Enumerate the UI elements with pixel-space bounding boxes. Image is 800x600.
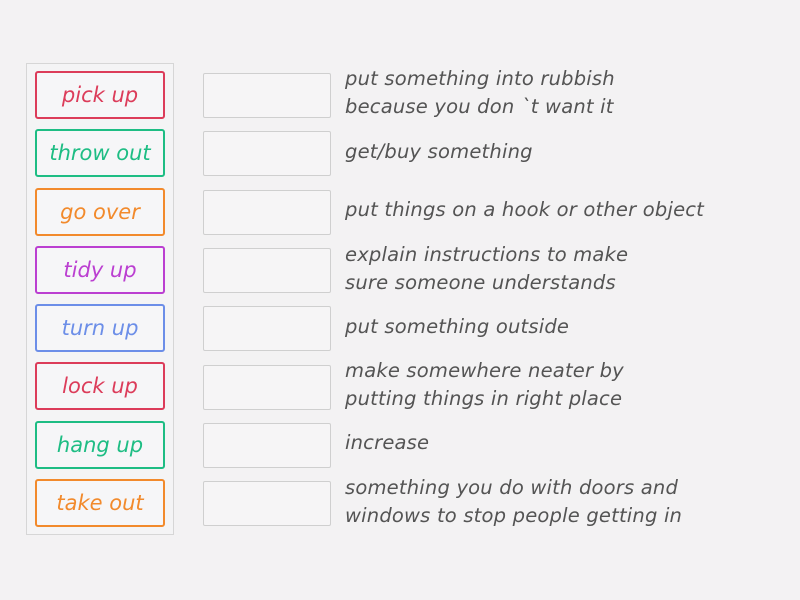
definition-7: increase bbox=[345, 431, 430, 454]
word-card-hang-up[interactable]: hang up bbox=[35, 421, 165, 469]
definition-4: explain instructions to make sure someon… bbox=[345, 243, 629, 294]
word-card-go-over[interactable]: go over bbox=[35, 188, 165, 236]
drop-slot-8[interactable] bbox=[203, 481, 331, 526]
drop-slot-2[interactable] bbox=[203, 131, 331, 176]
definition-2: get/buy something bbox=[345, 140, 533, 163]
definition-5: put something outside bbox=[345, 315, 570, 338]
definition-6: make somewhere neater by putting things … bbox=[345, 359, 624, 410]
word-card-take-out[interactable]: take out bbox=[35, 479, 165, 527]
definition-1: put something into rubbish because you d… bbox=[345, 67, 615, 118]
drop-slot-4[interactable] bbox=[203, 248, 331, 293]
word-card-pick-up[interactable]: pick up bbox=[35, 71, 165, 119]
word-tray: pick up throw out go over tidy up turn u… bbox=[26, 63, 174, 535]
word-card-lock-up[interactable]: lock up bbox=[35, 362, 165, 410]
definition-8: something you do with doors and windows … bbox=[345, 476, 683, 527]
word-card-tidy-up[interactable]: tidy up bbox=[35, 246, 165, 294]
word-card-turn-up[interactable]: turn up bbox=[35, 304, 165, 352]
drop-slot-7[interactable] bbox=[203, 423, 331, 468]
definition-3: put things on a hook or other object bbox=[345, 198, 705, 221]
drop-slot-6[interactable] bbox=[203, 365, 331, 410]
word-card-throw-out[interactable]: throw out bbox=[35, 129, 165, 177]
drop-slot-1[interactable] bbox=[203, 73, 331, 118]
drop-slot-5[interactable] bbox=[203, 306, 331, 351]
drop-slot-3[interactable] bbox=[203, 190, 331, 235]
